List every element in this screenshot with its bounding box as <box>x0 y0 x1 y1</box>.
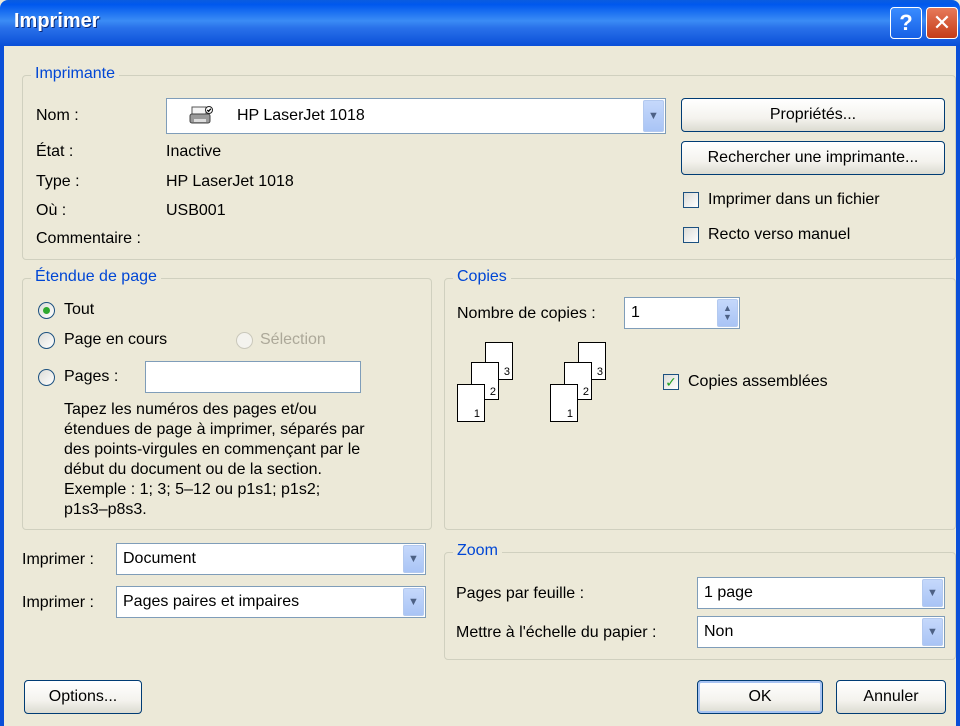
printer-name-label: Nom : <box>36 107 79 124</box>
manual-duplex-label[interactable]: Recto verso manuel <box>708 226 850 244</box>
range-current-label[interactable]: Page en cours <box>64 331 167 349</box>
zoom-legend: Zoom <box>453 542 502 560</box>
collate-label[interactable]: Copies assemblées <box>688 373 828 391</box>
page-range-hint: Tapez les numéros des pages et/ou étendu… <box>64 401 365 518</box>
printer-where-label: Où : <box>36 202 67 219</box>
collated-page-1-b: 1 <box>550 384 578 422</box>
page-number: 1 <box>566 408 573 420</box>
pages-per-sheet-select[interactable]: 1 page ▼ <box>697 577 945 609</box>
range-all-radio[interactable] <box>38 302 55 319</box>
page-number: 3 <box>503 366 510 378</box>
ok-button[interactable]: OK <box>697 680 823 714</box>
copies-legend: Copies <box>453 268 511 286</box>
range-all-label[interactable]: Tout <box>64 301 94 319</box>
print-what-value: Document <box>123 550 196 567</box>
chevron-down-icon[interactable]: ▼ <box>922 618 943 646</box>
title-bar[interactable]: Imprimer ? ✕ <box>0 0 960 46</box>
chevron-down-icon[interactable]: ▼ <box>403 545 424 573</box>
page-number: 3 <box>596 366 603 378</box>
scale-label: Mettre à l'échelle du papier : <box>456 624 657 641</box>
print-dialog: Imprimer ? ✕ Imprimante Nom : HP LaserJe… <box>0 0 960 726</box>
scale-value: Non <box>704 623 734 640</box>
printer-state-label: État : <box>36 143 74 160</box>
chevron-down-icon[interactable]: ▼ <box>403 588 424 616</box>
copies-count-label: Nombre de copies : <box>457 305 596 322</box>
window-frame-left <box>0 46 4 726</box>
copies-count-input[interactable]: 1 ▲ ▼ <box>624 297 740 329</box>
collated-page-1-a: 1 <box>457 384 485 422</box>
print-to-file-label[interactable]: Imprimer dans un fichier <box>708 191 880 209</box>
print-pages-label: Imprimer : <box>22 594 94 611</box>
print-pages-select[interactable]: Pages paires et impaires ▼ <box>116 586 426 618</box>
printer-state-value: Inactive <box>166 143 222 160</box>
printer-type-value: HP LaserJet 1018 <box>166 173 294 190</box>
printer-name-select[interactable]: HP LaserJet 1018 ▼ <box>166 98 666 134</box>
print-to-file-checkbox[interactable] <box>683 192 699 208</box>
range-pages-label[interactable]: Pages : <box>64 368 118 386</box>
page-number: 2 <box>489 386 496 398</box>
properties-button[interactable]: Propriétés... <box>681 98 945 132</box>
options-button[interactable]: Options... <box>24 680 142 714</box>
help-button[interactable]: ? <box>890 7 922 39</box>
printer-comment-label: Commentaire : <box>36 230 141 247</box>
printer-legend: Imprimante <box>31 65 120 83</box>
range-pages-radio[interactable] <box>38 369 55 386</box>
printer-where-value: USB001 <box>166 202 226 219</box>
page-number: 1 <box>473 408 480 420</box>
collate-checkbox[interactable]: ✓ <box>663 374 679 390</box>
window-title: Imprimer <box>14 10 100 32</box>
find-printer-button[interactable]: Rechercher une imprimante... <box>681 141 945 175</box>
manual-duplex-checkbox[interactable] <box>683 227 699 243</box>
print-pages-value: Pages paires et impaires <box>123 593 300 610</box>
print-what-select[interactable]: Document ▼ <box>116 543 426 575</box>
chevron-down-icon[interactable]: ▼ <box>643 100 664 132</box>
range-pages-input[interactable] <box>145 361 361 393</box>
printer-icon <box>189 105 213 127</box>
chevron-down-icon[interactable]: ▼ <box>922 579 943 607</box>
print-what-label: Imprimer : <box>22 551 94 568</box>
range-selection-radio <box>236 332 253 349</box>
scale-select[interactable]: Non ▼ <box>697 616 945 648</box>
page-range-legend: Étendue de page <box>31 268 161 286</box>
range-selection-label: Sélection <box>260 331 326 348</box>
close-button[interactable]: ✕ <box>926 7 958 39</box>
page-number: 2 <box>582 386 589 398</box>
window-frame-right <box>956 46 960 726</box>
cancel-button[interactable]: Annuler <box>836 680 946 714</box>
copies-count-value: 1 <box>631 304 640 321</box>
spinner-icon[interactable]: ▲ ▼ <box>717 299 738 327</box>
range-current-radio[interactable] <box>38 332 55 349</box>
printer-type-label: Type : <box>36 173 80 190</box>
pages-per-sheet-value: 1 page <box>704 584 753 601</box>
pages-per-sheet-label: Pages par feuille : <box>456 585 585 602</box>
printer-name-value: HP LaserJet 1018 <box>237 107 365 124</box>
